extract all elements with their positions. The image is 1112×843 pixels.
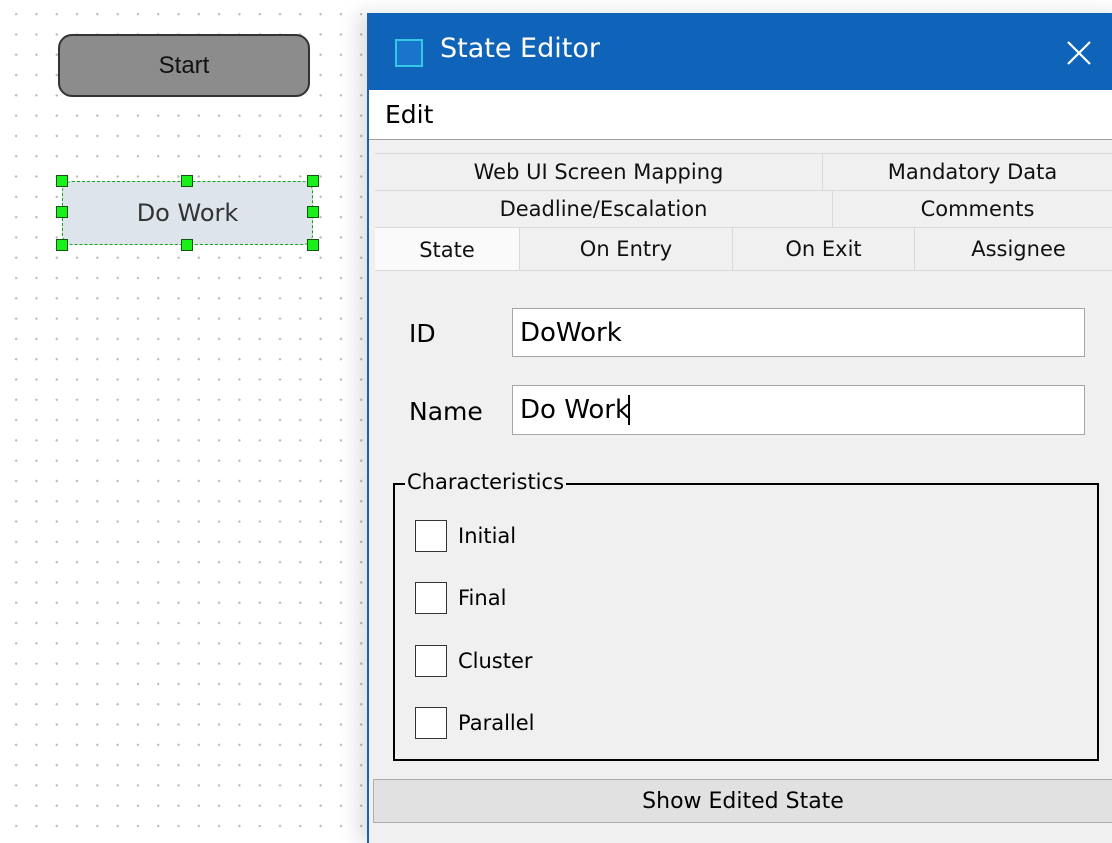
- tab-on-entry[interactable]: On Entry: [520, 227, 733, 270]
- resize-handle-left[interactable]: [56, 206, 68, 218]
- do-work-state-node[interactable]: Do Work: [62, 181, 313, 245]
- final-checkbox-row[interactable]: Final: [415, 582, 506, 614]
- parallel-checkbox[interactable]: [415, 707, 447, 739]
- tab-mandatory-data[interactable]: Mandatory Data: [823, 153, 1112, 190]
- start-node-label: Start: [158, 51, 210, 79]
- window-icon: [395, 39, 423, 67]
- characteristics-title: Characteristics: [405, 470, 567, 494]
- parallel-checkbox-row[interactable]: Parallel: [415, 707, 535, 739]
- resize-handle-top[interactable]: [181, 175, 193, 187]
- do-work-node-label: Do Work: [136, 199, 239, 227]
- initial-checkbox[interactable]: [415, 520, 447, 552]
- start-state-node[interactable]: Start: [58, 34, 310, 97]
- resize-handle-bottom-left[interactable]: [56, 239, 68, 251]
- resize-handle-right[interactable]: [307, 206, 319, 218]
- diagram-canvas[interactable]: Start Do Work: [0, 0, 367, 831]
- cluster-checkbox-row[interactable]: Cluster: [415, 645, 533, 677]
- id-input-value: DoWork: [520, 317, 622, 348]
- resize-handle-bottom[interactable]: [181, 239, 193, 251]
- menu-edit[interactable]: Edit: [385, 100, 433, 129]
- final-checkbox-label: Final: [458, 586, 507, 610]
- tab-state[interactable]: State: [375, 227, 520, 271]
- text-cursor: [628, 395, 631, 425]
- resize-handle-bottom-right[interactable]: [307, 239, 319, 251]
- menu-bar: Edit: [369, 90, 1112, 140]
- show-edited-state-button[interactable]: Show Edited State: [373, 779, 1112, 823]
- initial-checkbox-row[interactable]: Initial: [415, 520, 516, 552]
- id-label: ID: [409, 319, 436, 348]
- cluster-checkbox-label: Cluster: [458, 649, 533, 673]
- final-checkbox[interactable]: [415, 582, 447, 614]
- title-bar[interactable]: State Editor: [369, 13, 1112, 90]
- dialog-title: State Editor: [440, 33, 600, 64]
- id-input[interactable]: DoWork: [512, 308, 1085, 357]
- initial-checkbox-label: Initial: [458, 524, 517, 548]
- close-icon: [1067, 41, 1091, 65]
- tab-comments[interactable]: Comments: [833, 190, 1112, 227]
- resize-handle-top-left[interactable]: [56, 175, 68, 187]
- parallel-checkbox-label: Parallel: [458, 711, 535, 735]
- close-button[interactable]: [1059, 33, 1099, 73]
- tab-on-exit[interactable]: On Exit: [733, 227, 915, 270]
- tab-web-ui-screen-mapping[interactable]: Web UI Screen Mapping: [375, 153, 823, 190]
- tab-deadline-escalation[interactable]: Deadline/Escalation: [375, 190, 833, 227]
- name-input[interactable]: Do Work: [512, 385, 1085, 435]
- state-editor-dialog: State Editor Edit Web UI Screen Mapping …: [367, 13, 1112, 843]
- name-input-value: Do Work: [520, 395, 631, 425]
- characteristics-group: Characteristics Initial Final Cluster Pa…: [393, 470, 1099, 761]
- tab-assignee[interactable]: Assignee: [915, 227, 1112, 270]
- cluster-checkbox[interactable]: [415, 645, 447, 677]
- name-label: Name: [409, 397, 483, 426]
- resize-handle-top-right[interactable]: [307, 175, 319, 187]
